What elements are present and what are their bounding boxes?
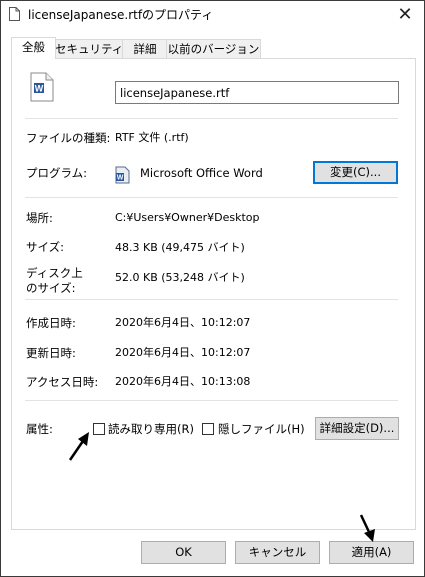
apply-button-label: 適用(A) [351,545,392,559]
hidden-checkbox[interactable] [202,423,214,435]
tab-previous-versions-label: 以前のバージョン [167,42,260,56]
divider [25,299,398,300]
apply-button[interactable]: 適用(A) [329,541,414,564]
modified-value: 2020年6月4日、10:12:07 [115,346,251,359]
tab-general[interactable]: 全般 [11,37,56,59]
created-value: 2020年6月4日、10:12:07 [115,316,251,329]
divider [25,197,398,198]
readonly-checkbox[interactable] [93,423,105,435]
accessed-value: 2020年6月4日、10:13:08 [115,375,251,388]
advanced-button-label: 詳細設定(D)... [319,421,395,435]
tab-security-label: セキュリティ [55,42,124,56]
word-app-icon: W [115,166,130,184]
size-on-disk-value: 52.0 KB (53,248 バイト) [115,271,245,284]
location-label: 場所: [26,211,53,225]
tab-details[interactable]: 詳細 [122,39,168,58]
tab-general-label: 全般 [22,40,45,54]
tab-details-label: 詳細 [133,42,157,56]
file-type-value: RTF 文件 (.rtf) [115,131,189,144]
accessed-label: アクセス日時: [26,375,99,389]
pointer-arrow-icon [359,514,375,542]
readonly-label[interactable]: 読み取り専用(R) [108,422,194,436]
tab-previous-versions[interactable]: 以前のバージョン [166,39,261,58]
program-label: プログラム: [26,166,88,180]
divider [25,400,398,401]
attributes-label: 属性: [26,422,53,436]
ok-button-label: OK [175,545,192,559]
svg-text:W: W [117,175,124,182]
change-program-label: 変更(C)... [330,165,381,179]
pointer-arrow-icon [68,432,89,461]
program-value: Microsoft Office Word [140,166,263,180]
file-name-value: licenseJapanese.rtf [120,86,230,100]
svg-text:W: W [35,84,44,94]
size-on-disk-label-line2: のサイズ: [26,281,76,295]
change-program-button[interactable]: 変更(C)... [313,161,398,184]
cancel-button[interactable]: キャンセル [235,541,320,564]
size-value: 48.3 KB (49,475 バイト) [115,241,245,254]
close-icon: ✕ [397,4,413,25]
word-document-icon: W [30,72,54,102]
file-name-input[interactable]: licenseJapanese.rtf [115,81,399,104]
advanced-button[interactable]: 詳細設定(D)... [315,417,399,440]
close-button[interactable]: ✕ [392,3,418,27]
divider [25,118,398,119]
created-label: 作成日時: [26,316,76,330]
title-bar: licenseJapanese.rtfのプロパティ ✕ [1,1,424,29]
file-type-label: ファイルの種類: [26,131,111,145]
size-label: サイズ: [26,240,65,254]
location-value: C:¥Users¥Owner¥Desktop [115,211,260,224]
properties-dialog: licenseJapanese.rtfのプロパティ ✕ 全般 セキュリティ 詳細… [0,0,425,577]
hidden-label[interactable]: 隠しファイル(H) [218,422,305,436]
window-title: licenseJapanese.rtfのプロパティ [28,8,214,22]
modified-label: 更新日時: [26,346,76,360]
ok-button[interactable]: OK [141,541,226,564]
cancel-button-label: キャンセル [248,545,307,559]
tab-security[interactable]: セキュリティ [54,39,124,58]
size-on-disk-label-line1: ディスク上 [26,266,83,280]
document-icon [9,7,20,21]
